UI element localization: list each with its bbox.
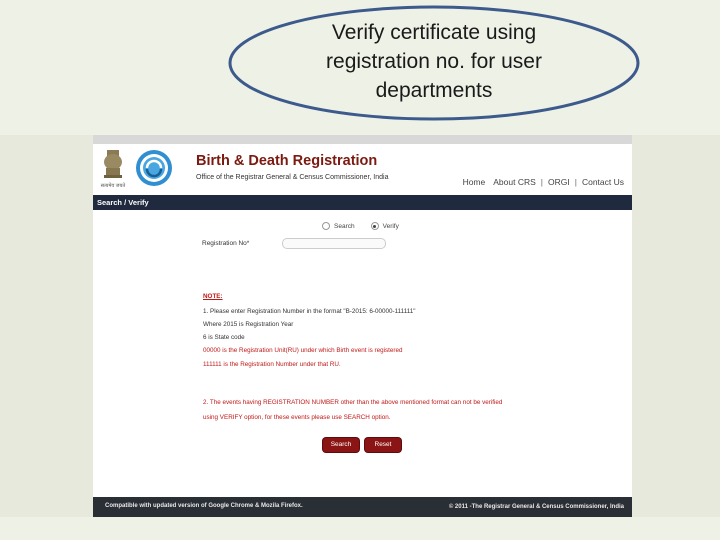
- section-title: Search / Verify: [97, 198, 149, 207]
- search-button[interactable]: Search: [323, 438, 359, 452]
- top-nav: Home About CRS | ORGI | Contact Us: [459, 177, 628, 187]
- footer-copyright: © 2011 -The Registrar General & Census C…: [448, 504, 624, 510]
- browser-top-strip: [93, 135, 632, 144]
- note-line-4: 00000 is the Registration Unit(RU) under…: [203, 347, 403, 354]
- left-margin: [0, 135, 93, 540]
- callout-line-3: departments: [375, 79, 493, 102]
- section-bar: Search / Verify: [93, 195, 632, 210]
- slide-header: Verify certificate using registration no…: [0, 0, 720, 135]
- callout-bubble: Verify certificate using registration no…: [228, 4, 640, 122]
- slide-footer: [0, 517, 720, 540]
- note-line-1: 1. Please enter Registration Number in t…: [203, 308, 416, 315]
- site-header: सत्यमेव जयते Birth & Death Registration …: [93, 144, 632, 192]
- right-margin: [632, 135, 720, 540]
- nav-orgi[interactable]: ORGI: [544, 177, 574, 187]
- website-screenshot: सत्यमेव जयते Birth & Death Registration …: [93, 135, 632, 517]
- note-title: NOTE:: [203, 293, 223, 300]
- nav-about-crs[interactable]: About CRS: [489, 177, 540, 187]
- national-emblem-icon: सत्यमेव जयते: [99, 148, 127, 190]
- radio-search-label: Search: [334, 222, 355, 230]
- registration-no-label: Registration No*: [202, 240, 250, 247]
- registration-no-input[interactable]: [282, 238, 386, 249]
- footer-compat-text: Compatible with updated version of Googl…: [105, 503, 303, 509]
- search-verify-toggle: Search Verify: [322, 222, 415, 230]
- radio-verify[interactable]: [370, 222, 379, 230]
- radio-search[interactable]: [322, 222, 330, 230]
- site-title: Birth & Death Registration: [196, 153, 378, 169]
- callout-text: Verify certificate using registration no…: [228, 18, 640, 105]
- note-line-5: 111111 is the Registration Number under …: [203, 361, 341, 368]
- callout-line-1: Verify certificate using: [331, 21, 537, 44]
- crs-logo-icon: [135, 149, 173, 187]
- note-line-7: using VERIFY option, for these events pl…: [203, 414, 391, 421]
- note-line-3: 6 is State code: [203, 334, 245, 341]
- site-footer: Compatible with updated version of Googl…: [93, 497, 632, 517]
- reset-button[interactable]: Reset: [365, 438, 401, 452]
- nav-home[interactable]: Home: [459, 177, 490, 187]
- nav-contact-us[interactable]: Contact Us: [578, 177, 628, 187]
- callout-line-2: registration no. for user: [326, 50, 542, 73]
- emblem-caption: सत्यमेव जयते: [101, 182, 126, 189]
- radio-verify-label: Verify: [382, 222, 399, 230]
- note-line-6: 2. The events having REGISTRATION NUMBER…: [203, 399, 503, 406]
- note-line-2: Where 2015 is Registration Year: [203, 321, 294, 328]
- site-subtitle: Office of the Registrar General & Census…: [196, 174, 389, 181]
